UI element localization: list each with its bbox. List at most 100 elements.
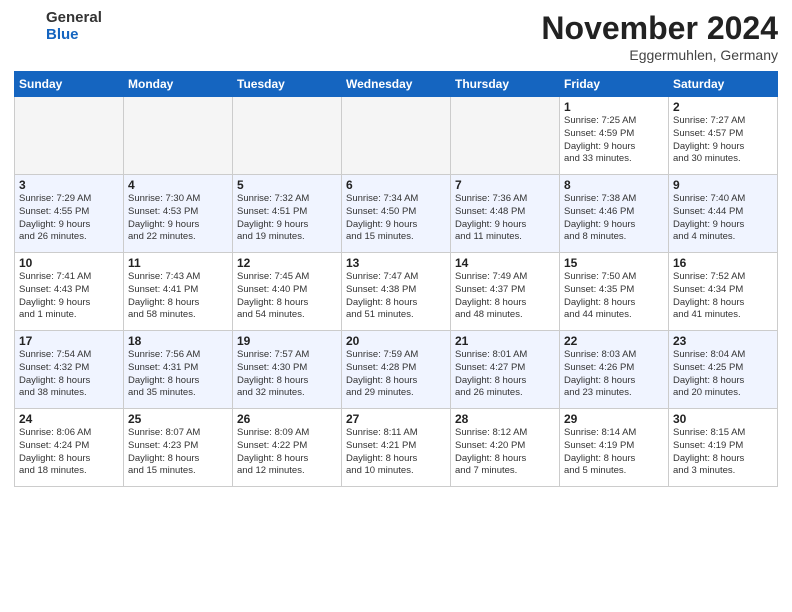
day-info: Sunrise: 7:54 AM Sunset: 4:32 PM Dayligh… — [19, 349, 119, 400]
col-saturday: Saturday — [669, 72, 778, 97]
title-block: November 2024 Eggermuhlen, Germany — [541, 10, 778, 63]
calendar-cell — [15, 97, 124, 175]
day-number: 12 — [237, 256, 337, 270]
col-tuesday: Tuesday — [233, 72, 342, 97]
day-info: Sunrise: 7:59 AM Sunset: 4:28 PM Dayligh… — [346, 349, 446, 400]
day-number: 30 — [673, 412, 773, 426]
day-number: 18 — [128, 334, 228, 348]
col-monday: Monday — [124, 72, 233, 97]
calendar-cell: 26Sunrise: 8:09 AM Sunset: 4:22 PM Dayli… — [233, 409, 342, 487]
calendar-cell: 25Sunrise: 8:07 AM Sunset: 4:23 PM Dayli… — [124, 409, 233, 487]
day-info: Sunrise: 8:14 AM Sunset: 4:19 PM Dayligh… — [564, 427, 664, 478]
calendar-cell: 10Sunrise: 7:41 AM Sunset: 4:43 PM Dayli… — [15, 253, 124, 331]
calendar-cell — [233, 97, 342, 175]
day-number: 25 — [128, 412, 228, 426]
day-info: Sunrise: 7:50 AM Sunset: 4:35 PM Dayligh… — [564, 271, 664, 322]
location-subtitle: Eggermuhlen, Germany — [541, 47, 778, 63]
day-number: 24 — [19, 412, 119, 426]
calendar-cell: 29Sunrise: 8:14 AM Sunset: 4:19 PM Dayli… — [560, 409, 669, 487]
day-number: 28 — [455, 412, 555, 426]
calendar-cell: 7Sunrise: 7:36 AM Sunset: 4:48 PM Daylig… — [451, 175, 560, 253]
day-number: 8 — [564, 178, 664, 192]
calendar-cell — [342, 97, 451, 175]
calendar-cell: 21Sunrise: 8:01 AM Sunset: 4:27 PM Dayli… — [451, 331, 560, 409]
calendar-cell: 27Sunrise: 8:11 AM Sunset: 4:21 PM Dayli… — [342, 409, 451, 487]
day-info: Sunrise: 8:01 AM Sunset: 4:27 PM Dayligh… — [455, 349, 555, 400]
day-info: Sunrise: 8:04 AM Sunset: 4:25 PM Dayligh… — [673, 349, 773, 400]
day-info: Sunrise: 7:30 AM Sunset: 4:53 PM Dayligh… — [128, 193, 228, 244]
day-number: 15 — [564, 256, 664, 270]
calendar-cell: 4Sunrise: 7:30 AM Sunset: 4:53 PM Daylig… — [124, 175, 233, 253]
calendar-week-row: 1Sunrise: 7:25 AM Sunset: 4:59 PM Daylig… — [15, 97, 778, 175]
col-thursday: Thursday — [451, 72, 560, 97]
calendar-cell: 1Sunrise: 7:25 AM Sunset: 4:59 PM Daylig… — [560, 97, 669, 175]
day-info: Sunrise: 7:32 AM Sunset: 4:51 PM Dayligh… — [237, 193, 337, 244]
day-info: Sunrise: 8:07 AM Sunset: 4:23 PM Dayligh… — [128, 427, 228, 478]
calendar-cell: 22Sunrise: 8:03 AM Sunset: 4:26 PM Dayli… — [560, 331, 669, 409]
day-number: 1 — [564, 100, 664, 114]
day-info: Sunrise: 7:43 AM Sunset: 4:41 PM Dayligh… — [128, 271, 228, 322]
calendar-cell: 3Sunrise: 7:29 AM Sunset: 4:55 PM Daylig… — [15, 175, 124, 253]
day-info: Sunrise: 8:06 AM Sunset: 4:24 PM Dayligh… — [19, 427, 119, 478]
day-info: Sunrise: 7:52 AM Sunset: 4:34 PM Dayligh… — [673, 271, 773, 322]
calendar-cell: 18Sunrise: 7:56 AM Sunset: 4:31 PM Dayli… — [124, 331, 233, 409]
day-info: Sunrise: 7:38 AM Sunset: 4:46 PM Dayligh… — [564, 193, 664, 244]
day-info: Sunrise: 8:12 AM Sunset: 4:20 PM Dayligh… — [455, 427, 555, 478]
day-number: 9 — [673, 178, 773, 192]
day-info: Sunrise: 7:40 AM Sunset: 4:44 PM Dayligh… — [673, 193, 773, 244]
calendar-header-row: Sunday Monday Tuesday Wednesday Thursday… — [15, 72, 778, 97]
day-number: 22 — [564, 334, 664, 348]
calendar-cell: 19Sunrise: 7:57 AM Sunset: 4:30 PM Dayli… — [233, 331, 342, 409]
day-number: 6 — [346, 178, 446, 192]
day-info: Sunrise: 8:09 AM Sunset: 4:22 PM Dayligh… — [237, 427, 337, 478]
calendar-cell: 5Sunrise: 7:32 AM Sunset: 4:51 PM Daylig… — [233, 175, 342, 253]
page-header: General Blue November 2024 Eggermuhlen, … — [14, 10, 778, 63]
day-number: 19 — [237, 334, 337, 348]
calendar-cell: 23Sunrise: 8:04 AM Sunset: 4:25 PM Dayli… — [669, 331, 778, 409]
day-info: Sunrise: 8:11 AM Sunset: 4:21 PM Dayligh… — [346, 427, 446, 478]
day-info: Sunrise: 7:34 AM Sunset: 4:50 PM Dayligh… — [346, 193, 446, 244]
day-info: Sunrise: 7:56 AM Sunset: 4:31 PM Dayligh… — [128, 349, 228, 400]
calendar-cell — [124, 97, 233, 175]
day-number: 11 — [128, 256, 228, 270]
calendar-cell: 9Sunrise: 7:40 AM Sunset: 4:44 PM Daylig… — [669, 175, 778, 253]
calendar-cell: 13Sunrise: 7:47 AM Sunset: 4:38 PM Dayli… — [342, 253, 451, 331]
calendar-cell: 28Sunrise: 8:12 AM Sunset: 4:20 PM Dayli… — [451, 409, 560, 487]
col-friday: Friday — [560, 72, 669, 97]
calendar-cell: 15Sunrise: 7:50 AM Sunset: 4:35 PM Dayli… — [560, 253, 669, 331]
calendar-cell: 14Sunrise: 7:49 AM Sunset: 4:37 PM Dayli… — [451, 253, 560, 331]
page-container: General Blue November 2024 Eggermuhlen, … — [0, 0, 792, 497]
day-info: Sunrise: 7:36 AM Sunset: 4:48 PM Dayligh… — [455, 193, 555, 244]
day-info: Sunrise: 7:57 AM Sunset: 4:30 PM Dayligh… — [237, 349, 337, 400]
calendar-week-row: 10Sunrise: 7:41 AM Sunset: 4:43 PM Dayli… — [15, 253, 778, 331]
logo-icon — [14, 13, 42, 41]
calendar-cell — [451, 97, 560, 175]
day-number: 7 — [455, 178, 555, 192]
day-number: 5 — [237, 178, 337, 192]
day-number: 21 — [455, 334, 555, 348]
calendar-cell: 30Sunrise: 8:15 AM Sunset: 4:19 PM Dayli… — [669, 409, 778, 487]
calendar-week-row: 3Sunrise: 7:29 AM Sunset: 4:55 PM Daylig… — [15, 175, 778, 253]
day-number: 23 — [673, 334, 773, 348]
day-info: Sunrise: 7:29 AM Sunset: 4:55 PM Dayligh… — [19, 193, 119, 244]
calendar-cell: 8Sunrise: 7:38 AM Sunset: 4:46 PM Daylig… — [560, 175, 669, 253]
calendar-table: Sunday Monday Tuesday Wednesday Thursday… — [14, 71, 778, 487]
day-number: 27 — [346, 412, 446, 426]
day-info: Sunrise: 7:41 AM Sunset: 4:43 PM Dayligh… — [19, 271, 119, 322]
month-title: November 2024 — [541, 10, 778, 47]
calendar-cell: 12Sunrise: 7:45 AM Sunset: 4:40 PM Dayli… — [233, 253, 342, 331]
day-number: 13 — [346, 256, 446, 270]
day-number: 14 — [455, 256, 555, 270]
calendar-cell: 2Sunrise: 7:27 AM Sunset: 4:57 PM Daylig… — [669, 97, 778, 175]
day-info: Sunrise: 7:27 AM Sunset: 4:57 PM Dayligh… — [673, 115, 773, 166]
day-number: 2 — [673, 100, 773, 114]
calendar-week-row: 24Sunrise: 8:06 AM Sunset: 4:24 PM Dayli… — [15, 409, 778, 487]
day-number: 16 — [673, 256, 773, 270]
day-number: 29 — [564, 412, 664, 426]
calendar-cell: 6Sunrise: 7:34 AM Sunset: 4:50 PM Daylig… — [342, 175, 451, 253]
logo-blue-text: Blue — [46, 26, 79, 43]
day-number: 26 — [237, 412, 337, 426]
calendar-week-row: 17Sunrise: 7:54 AM Sunset: 4:32 PM Dayli… — [15, 331, 778, 409]
day-number: 17 — [19, 334, 119, 348]
day-info: Sunrise: 8:03 AM Sunset: 4:26 PM Dayligh… — [564, 349, 664, 400]
